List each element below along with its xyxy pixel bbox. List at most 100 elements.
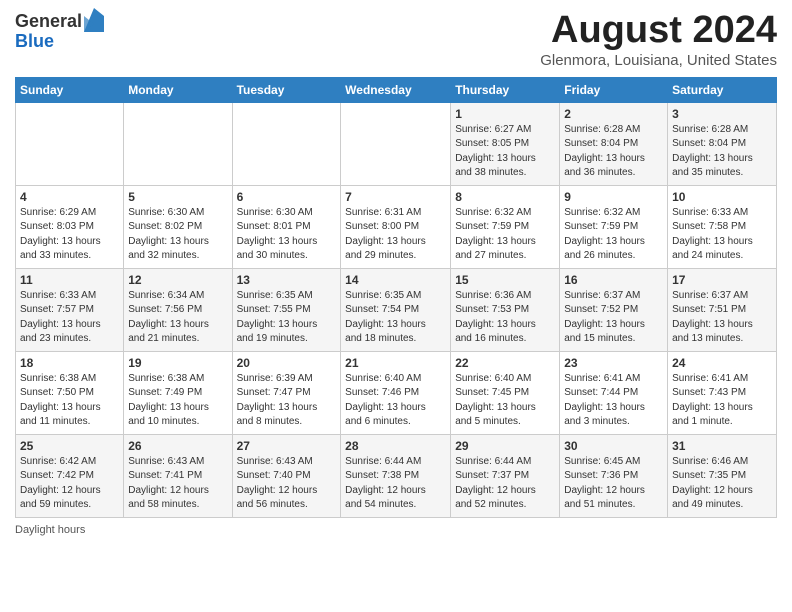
calendar-week-row: 1Sunrise: 6:27 AM Sunset: 8:05 PM Daylig… [16,102,777,185]
calendar-week-row: 18 Sunrise: 6:38 AM Sunset: 7:50 PM Dayli… [16,351,777,434]
calendar-cell: 18 Sunrise: 6:38 AM Sunset: 7:50 PM Dayli… [16,351,124,434]
column-header-wednesday: Wednesday [341,77,451,102]
day-info: Sunrise: 6:43 AM Sunset: 7:40 PM Dayligh… [237,455,337,513]
day-info: Sunrise: 6:46 AM Sunset: 7:35 PM Dayligh… [672,455,772,513]
column-header-monday: Monday [124,77,232,102]
calendar-cell: 3 Sunrise: 6:28 AM Sunset: 8:04 PM Daylig… [668,102,777,185]
calendar-cell: 19 Sunrise: 6:38 AM Sunset: 7:49 PM Dayli… [124,351,232,434]
column-header-friday: Friday [560,77,668,102]
calendar-cell: 1Sunrise: 6:27 AM Sunset: 8:05 PM Daylig… [451,102,560,185]
header: General Blue August 2024 Glenmora, Louis… [15,10,777,69]
calendar-week-row: 4Sunrise: 6:29 AM Sunset: 8:03 PM Daylig… [16,185,777,268]
calendar-cell: 6 Sunrise: 6:30 AM Sunset: 8:01 PM Daylig… [232,185,341,268]
day-info: Sunrise: 6:38 AM Sunset: 7:50 PM Dayligh… [20,372,119,430]
column-header-thursday: Thursday [451,77,560,102]
calendar-cell: 15 Sunrise: 6:36 AM Sunset: 7:53 PM Dayli… [451,268,560,351]
day-number: 8 [455,190,555,204]
logo-blue-text: Blue [15,31,54,51]
day-number: 17 [672,273,772,287]
day-info: Sunrise: 6:41 AM Sunset: 7:44 PM Dayligh… [564,372,663,430]
day-info: Sunrise: 6:44 AM Sunset: 7:37 PM Dayligh… [455,455,555,513]
calendar-cell: 8 Sunrise: 6:32 AM Sunset: 7:59 PM Daylig… [451,185,560,268]
calendar-cell: 29 Sunrise: 6:44 AM Sunset: 7:37 PM Dayli… [451,434,560,517]
daylight-label: Daylight hours [15,524,85,536]
calendar-cell: 7 Sunrise: 6:31 AM Sunset: 8:00 PM Daylig… [341,185,451,268]
day-info: Sunrise: 6:28 AM Sunset: 8:04 PM Dayligh… [564,123,663,181]
day-info: Sunrise: 6:29 AM Sunset: 8:03 PM Dayligh… [20,206,119,264]
day-number: 9 [564,190,663,204]
calendar-cell: 9Sunrise: 6:32 AM Sunset: 7:59 PM Daylig… [560,185,668,268]
day-info: Sunrise: 6:35 AM Sunset: 7:55 PM Dayligh… [237,289,337,347]
day-number: 24 [672,356,772,370]
day-info: Sunrise: 6:32 AM Sunset: 7:59 PM Dayligh… [455,206,555,264]
day-number: 15 [455,273,555,287]
calendar-cell: 22Sunrise: 6:40 AM Sunset: 7:45 PM Dayli… [451,351,560,434]
day-number: 11 [20,273,119,287]
logo-icon [84,8,104,32]
day-info: Sunrise: 6:33 AM Sunset: 7:58 PM Dayligh… [672,206,772,264]
calendar-cell: 12 Sunrise: 6:34 AM Sunset: 7:56 PM Dayli… [124,268,232,351]
day-info: Sunrise: 6:30 AM Sunset: 8:01 PM Dayligh… [237,206,337,264]
day-info: Sunrise: 6:27 AM Sunset: 8:05 PM Dayligh… [455,123,555,181]
day-number: 23 [564,356,663,370]
day-number: 29 [455,439,555,453]
day-number: 19 [128,356,227,370]
day-number: 21 [345,356,446,370]
calendar-cell: 30Sunrise: 6:45 AM Sunset: 7:36 PM Dayli… [560,434,668,517]
calendar-cell: 20 Sunrise: 6:39 AM Sunset: 7:47 PM Dayli… [232,351,341,434]
day-info: Sunrise: 6:45 AM Sunset: 7:36 PM Dayligh… [564,455,663,513]
footer-note: Daylight hours [15,524,777,536]
day-number: 10 [672,190,772,204]
calendar-cell: 26 Sunrise: 6:43 AM Sunset: 7:41 PM Dayli… [124,434,232,517]
calendar-header-row: SundayMondayTuesdayWednesdayThursdayFrid… [16,77,777,102]
day-number: 16 [564,273,663,287]
calendar-cell: 16 Sunrise: 6:37 AM Sunset: 7:52 PM Dayli… [560,268,668,351]
calendar-table: SundayMondayTuesdayWednesdayThursdayFrid… [15,77,777,518]
calendar-cell: 14 Sunrise: 6:35 AM Sunset: 7:54 PM Dayli… [341,268,451,351]
calendar-cell: 24 Sunrise: 6:41 AM Sunset: 7:43 PM Dayli… [668,351,777,434]
day-info: Sunrise: 6:34 AM Sunset: 7:56 PM Dayligh… [128,289,227,347]
day-info: Sunrise: 6:33 AM Sunset: 7:57 PM Dayligh… [20,289,119,347]
calendar-week-row: 25Sunrise: 6:42 AM Sunset: 7:42 PM Dayli… [16,434,777,517]
month-year-title: August 2024 [540,10,777,52]
day-number: 20 [237,356,337,370]
day-number: 26 [128,439,227,453]
day-number: 6 [237,190,337,204]
day-number: 3 [672,107,772,121]
logo-general-text: General [15,12,82,30]
day-info: Sunrise: 6:40 AM Sunset: 7:46 PM Dayligh… [345,372,446,430]
calendar-cell: 23 Sunrise: 6:41 AM Sunset: 7:44 PM Dayli… [560,351,668,434]
day-number: 28 [345,439,446,453]
calendar-cell: 21 Sunrise: 6:40 AM Sunset: 7:46 PM Dayli… [341,351,451,434]
day-info: Sunrise: 6:41 AM Sunset: 7:43 PM Dayligh… [672,372,772,430]
day-info: Sunrise: 6:36 AM Sunset: 7:53 PM Dayligh… [455,289,555,347]
day-info: Sunrise: 6:43 AM Sunset: 7:41 PM Dayligh… [128,455,227,513]
day-number: 14 [345,273,446,287]
calendar-cell: 5 Sunrise: 6:30 AM Sunset: 8:02 PM Daylig… [124,185,232,268]
location-subtitle: Glenmora, Louisiana, United States [540,52,777,69]
day-number: 31 [672,439,772,453]
calendar-cell: 27Sunrise: 6:43 AM Sunset: 7:40 PM Dayli… [232,434,341,517]
day-info: Sunrise: 6:30 AM Sunset: 8:02 PM Dayligh… [128,206,227,264]
day-info: Sunrise: 6:31 AM Sunset: 8:00 PM Dayligh… [345,206,446,264]
calendar-cell [341,102,451,185]
day-number: 12 [128,273,227,287]
calendar-cell [232,102,341,185]
calendar-cell: 11 Sunrise: 6:33 AM Sunset: 7:57 PM Dayli… [16,268,124,351]
title-block: August 2024 Glenmora, Louisiana, United … [540,10,777,69]
day-number: 2 [564,107,663,121]
calendar-cell [124,102,232,185]
day-number: 5 [128,190,227,204]
calendar-cell: 25Sunrise: 6:42 AM Sunset: 7:42 PM Dayli… [16,434,124,517]
day-number: 18 [20,356,119,370]
day-number: 13 [237,273,337,287]
day-number: 7 [345,190,446,204]
day-info: Sunrise: 6:38 AM Sunset: 7:49 PM Dayligh… [128,372,227,430]
day-info: Sunrise: 6:37 AM Sunset: 7:52 PM Dayligh… [564,289,663,347]
day-info: Sunrise: 6:35 AM Sunset: 7:54 PM Dayligh… [345,289,446,347]
calendar-cell: 10 Sunrise: 6:33 AM Sunset: 7:58 PM Dayli… [668,185,777,268]
calendar-cell: 17Sunrise: 6:37 AM Sunset: 7:51 PM Dayli… [668,268,777,351]
day-info: Sunrise: 6:39 AM Sunset: 7:47 PM Dayligh… [237,372,337,430]
day-info: Sunrise: 6:28 AM Sunset: 8:04 PM Dayligh… [672,123,772,181]
calendar-cell: 2 Sunrise: 6:28 AM Sunset: 8:04 PM Daylig… [560,102,668,185]
